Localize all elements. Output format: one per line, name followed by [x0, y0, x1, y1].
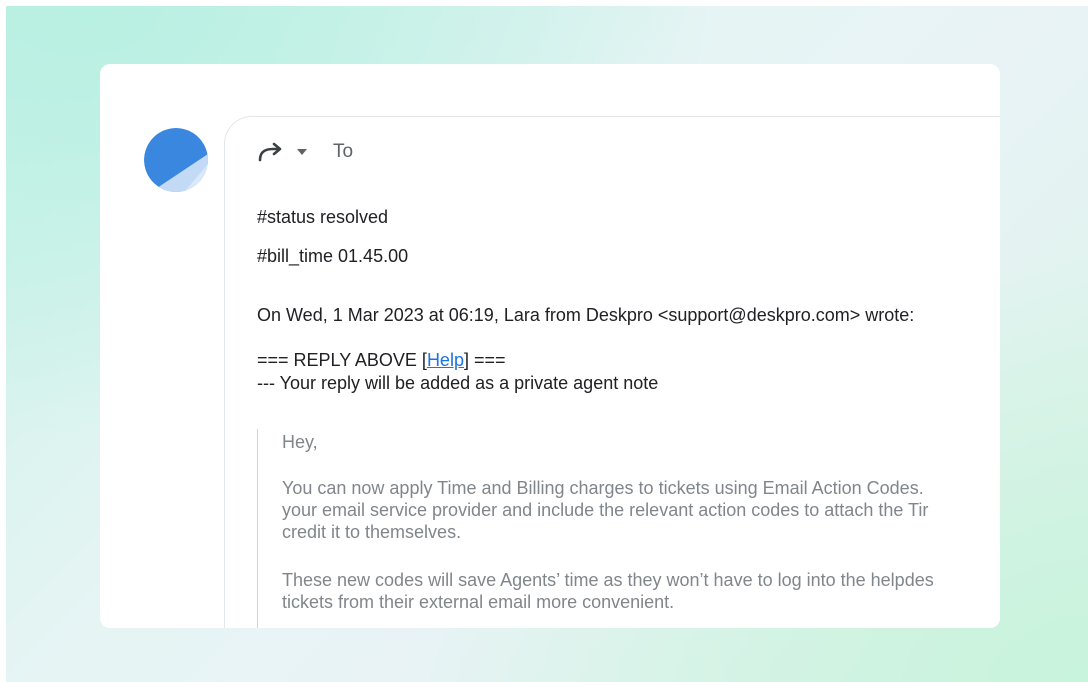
forward-arrow-icon[interactable]: [257, 141, 285, 163]
help-link[interactable]: Help: [427, 350, 464, 370]
quote-paragraph-2: These new codes will save Agents’ time a…: [282, 569, 934, 613]
email-card: To #status resolved #bill_time 01.45.00 …: [100, 64, 1000, 628]
reply-above-line: === REPLY ABOVE [Help] ===: [257, 350, 506, 371]
avatar: [144, 128, 208, 192]
quote-p1-line: credit it to themselves.: [282, 522, 462, 542]
compose-header: To: [257, 137, 353, 167]
quote-p2-line: tickets from their external email more c…: [282, 592, 675, 612]
caret-down-icon[interactable]: [297, 146, 309, 158]
avatar-icon: [144, 128, 208, 192]
quote-attribution: On Wed, 1 Mar 2023 at 06:19, Lara from D…: [257, 305, 915, 325]
reply-compose-box[interactable]: To #status resolved #bill_time 01.45.00 …: [224, 116, 1000, 628]
quote-greeting: Hey,: [282, 432, 318, 452]
to-label[interactable]: To: [333, 141, 353, 163]
reply-above-suffix: ] ===: [463, 350, 506, 370]
quote-p1-line: You can now apply Time and Billing charg…: [282, 478, 924, 498]
reply-above-prefix: === REPLY ABOVE [: [257, 350, 427, 370]
status-action-line: #status resolved: [257, 207, 389, 227]
quoted-message: Hey, You can now apply Time and Billing …: [257, 429, 1000, 628]
bill-time-action-line: #bill_time 01.45.00: [257, 246, 409, 266]
private-note-line: --- Your reply will be added as a privat…: [257, 373, 659, 393]
quote-p2-line: These new codes will save Agents’ time a…: [282, 570, 934, 590]
quote-p1-line: your email service provider and include …: [282, 500, 929, 520]
quote-paragraph-1: You can now apply Time and Billing charg…: [282, 477, 928, 543]
